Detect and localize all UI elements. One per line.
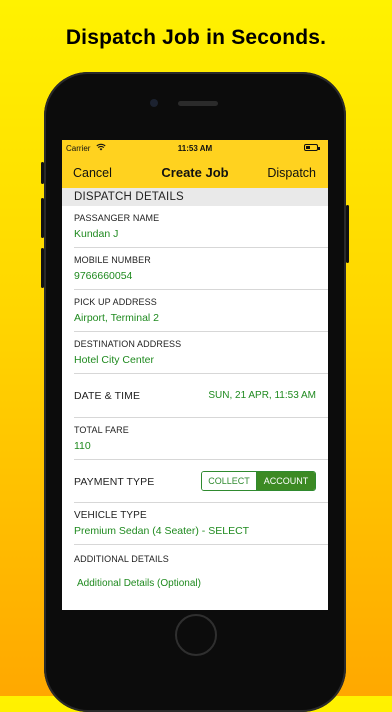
passenger-name-value[interactable]: Kundan J bbox=[74, 228, 118, 240]
destination-address-value[interactable]: Hotel City Center bbox=[74, 354, 154, 366]
total-fare-value[interactable]: 110 bbox=[74, 440, 91, 452]
volume-up-button bbox=[41, 198, 44, 238]
section-header: DISPATCH DETAILS bbox=[62, 188, 328, 206]
total-fare-field[interactable]: TOTAL FARE 110 bbox=[74, 418, 328, 460]
additional-details-input[interactable]: Additional Details (Optional) bbox=[77, 578, 201, 589]
date-time-value[interactable]: SUN, 21 APR, 11:53 AM bbox=[208, 390, 316, 401]
destination-address-label: DESTINATION ADDRESS bbox=[74, 339, 182, 349]
pickup-address-label: PICK UP ADDRESS bbox=[74, 297, 157, 307]
additional-details-label: ADDITIONAL DETAILS bbox=[74, 554, 169, 564]
account-segment[interactable]: ACCOUNT bbox=[257, 472, 315, 490]
additional-details-field[interactable]: ADDITIONAL DETAILS Additional Details (O… bbox=[74, 545, 328, 605]
payment-type-label: PAYMENT TYPE bbox=[74, 476, 155, 488]
collect-segment[interactable]: COLLECT bbox=[202, 472, 257, 490]
vehicle-type-value[interactable]: Premium Sedan (4 Seater) - SELECT bbox=[74, 525, 249, 537]
payment-type-segmented-control[interactable]: COLLECT ACCOUNT bbox=[201, 471, 316, 491]
speaker-grille bbox=[178, 101, 218, 106]
passenger-name-field[interactable]: PASSANGER NAME Kundan J bbox=[74, 206, 328, 248]
status-bar: Carrier 11:53 AM bbox=[62, 140, 328, 157]
pickup-address-field[interactable]: PICK UP ADDRESS Airport, Terminal 2 bbox=[74, 290, 328, 332]
passenger-name-label: PASSANGER NAME bbox=[74, 213, 160, 223]
date-time-field[interactable]: DATE & TIME SUN, 21 APR, 11:53 AM bbox=[74, 374, 328, 418]
headline: Dispatch Job in Seconds. bbox=[65, 26, 327, 49]
app-screen: Carrier 11:53 AM Cancel Create Job Dispa… bbox=[62, 140, 328, 610]
nav-bar: Cancel Create Job Dispatch bbox=[62, 157, 328, 188]
home-button[interactable] bbox=[175, 614, 217, 656]
mobile-number-field[interactable]: MOBILE NUMBER 9766660054 bbox=[74, 248, 328, 290]
vehicle-type-field[interactable]: VEHICLE TYPE Premium Sedan (4 Seater) - … bbox=[74, 503, 328, 545]
power-button bbox=[346, 205, 349, 263]
volume-down-button bbox=[41, 248, 44, 288]
dispatch-button[interactable]: Dispatch bbox=[267, 166, 316, 180]
payment-type-field: PAYMENT TYPE COLLECT ACCOUNT bbox=[74, 460, 328, 503]
front-camera bbox=[150, 99, 158, 107]
mute-switch bbox=[41, 162, 44, 184]
battery-icon bbox=[304, 144, 320, 151]
date-time-label: DATE & TIME bbox=[74, 390, 141, 402]
vehicle-type-label: VEHICLE TYPE bbox=[74, 510, 147, 521]
mobile-number-value[interactable]: 9766660054 bbox=[74, 270, 132, 282]
status-time: 11:53 AM bbox=[177, 144, 213, 153]
total-fare-label: TOTAL FARE bbox=[74, 425, 129, 435]
mobile-number-label: MOBILE NUMBER bbox=[74, 255, 151, 265]
destination-address-field[interactable]: DESTINATION ADDRESS Hotel City Center bbox=[74, 332, 328, 374]
pickup-address-value[interactable]: Airport, Terminal 2 bbox=[74, 312, 159, 324]
